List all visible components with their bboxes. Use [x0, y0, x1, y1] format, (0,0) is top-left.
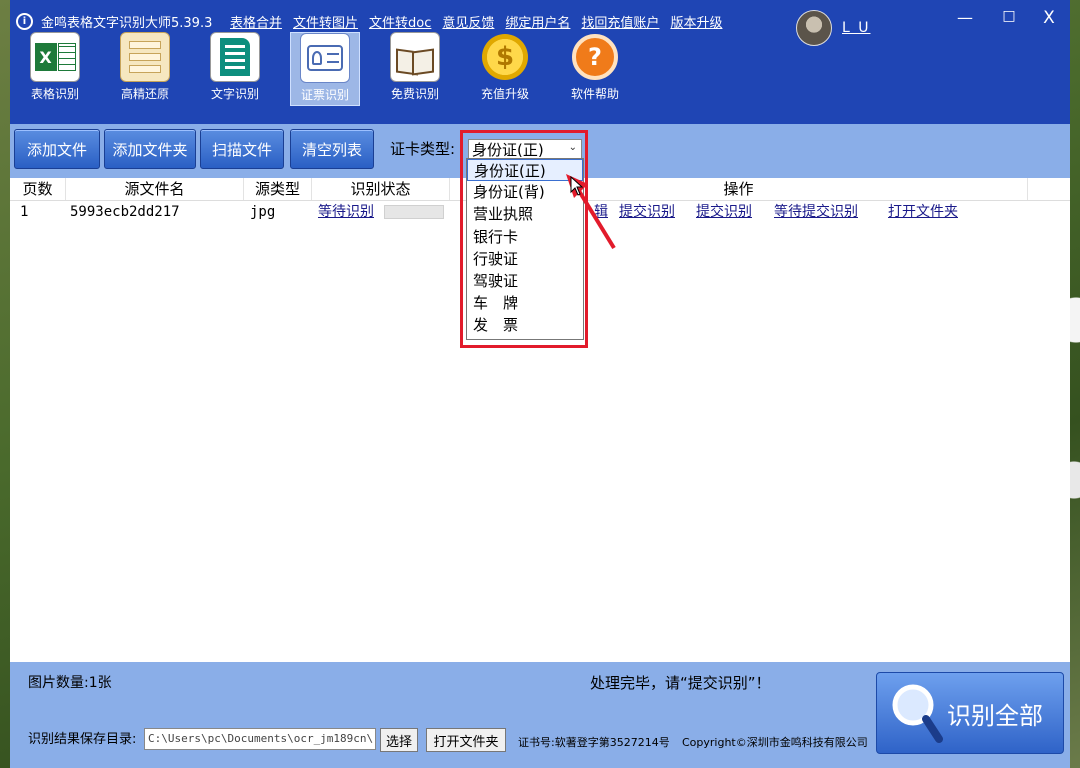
mouse-cursor-icon	[570, 176, 584, 196]
tool-text-recognition[interactable]: 文字识别	[190, 32, 280, 106]
action-open-folder[interactable]: 打开文件夹	[888, 201, 958, 223]
tool-label: 文字识别	[210, 87, 259, 101]
menu-link-file-to-doc[interactable]: 文件转doc	[369, 12, 431, 31]
tool-label: 软件帮助	[570, 87, 619, 101]
document-restore-icon	[120, 32, 170, 82]
copyright: Copyright©深圳市金鸣科技有限公司	[682, 736, 868, 749]
user-area: L U	[796, 10, 871, 46]
avatar[interactable]	[796, 10, 832, 46]
certificate-number: 证书号:软著登字第3527214号	[518, 736, 670, 749]
menu-links: 表格合并 文件转图片 文件转doc 意见反馈 绑定用户名 找回充值账户 版本升级	[230, 12, 722, 31]
image-count: 图片数量:1张	[28, 675, 112, 691]
card-type-label: 证卡类型:	[390, 140, 456, 158]
tool-free-recognition[interactable]: 免费识别	[370, 32, 460, 106]
tool-recharge-upgrade[interactable]: $ 充值升级	[460, 32, 550, 106]
title-bar: i 金鸣表格文字识别大师5.39.3 表格合并 文件转图片 文件转doc 意见反…	[10, 0, 1070, 124]
tool-card-recognition[interactable]: 证票识别	[290, 32, 360, 106]
excel-icon: X	[30, 32, 80, 82]
tool-label: 表格识别	[30, 87, 79, 101]
text-document-icon	[210, 32, 260, 82]
progress-bar	[384, 205, 444, 219]
add-folder-button[interactable]: 添加文件夹	[104, 129, 196, 169]
menu-link-feedback[interactable]: 意见反馈	[442, 12, 494, 31]
maximize-button[interactable]: □	[994, 8, 1024, 24]
magnifier-icon	[892, 684, 943, 743]
menu-link-file-to-image[interactable]: 文件转图片	[293, 12, 358, 31]
header-status: 识别状态	[312, 178, 450, 200]
choose-dir-button[interactable]: 选择	[380, 728, 418, 752]
tool-table-recognition[interactable]: X 表格识别	[10, 32, 100, 106]
header-type: 源类型	[244, 178, 312, 200]
menu-link-bind-username[interactable]: 绑定用户名	[505, 12, 570, 31]
minimize-button[interactable]: —	[950, 8, 980, 27]
row-status[interactable]: 等待识别	[318, 201, 374, 223]
tool-ribbon: X 表格识别 高精还原 文字识别 证票识别 免费识别 $ 充值升级 ? 软件帮助	[10, 32, 640, 106]
action-submit-recognition[interactable]: 提交识别	[619, 201, 675, 223]
tool-label: 免费识别	[390, 87, 439, 101]
scan-file-button[interactable]: 扫描文件	[200, 129, 284, 169]
status-message: 处理完毕，请“提交识别”！	[590, 674, 771, 692]
open-book-icon	[390, 32, 440, 82]
user-name[interactable]: L U	[842, 20, 871, 36]
row-page: 1	[20, 204, 29, 220]
action-submit-recognition-2[interactable]: 提交识别	[696, 201, 752, 223]
add-file-button[interactable]: 添加文件	[14, 129, 100, 169]
row-filename: 5993ecb2dd217	[70, 204, 180, 220]
tool-label: 证票识别	[300, 88, 349, 102]
tool-label: 充值升级	[480, 87, 529, 101]
app-logo-icon: i	[16, 12, 33, 30]
recognize-all-button[interactable]: 识别全部	[876, 672, 1064, 754]
close-button[interactable]: X	[1034, 8, 1064, 28]
header-filename: 源文件名	[66, 178, 244, 200]
id-card-icon	[300, 33, 350, 83]
save-dir-input[interactable]: C:\Users\pc\Documents\ocr_jm189cn\	[144, 728, 376, 750]
app-title-area: i 金鸣表格文字识别大师5.39.3	[16, 8, 212, 34]
tool-software-help[interactable]: ? 软件帮助	[550, 32, 640, 106]
menu-link-recover-account[interactable]: 找回充值账户	[581, 12, 659, 31]
status-footer: 图片数量:1张 处理完毕，请“提交识别”！ 识别结果保存目录: C:\Users…	[10, 662, 1070, 768]
tool-high-precision-restore[interactable]: 高精还原	[100, 32, 190, 106]
open-folder-button[interactable]: 打开文件夹	[426, 728, 506, 752]
recognize-all-label: 识别全部	[947, 701, 1043, 730]
menu-link-table-merge[interactable]: 表格合并	[230, 12, 282, 31]
save-dir-label: 识别结果保存目录:	[28, 732, 137, 747]
action-await-submit[interactable]: 等待提交识别	[774, 201, 858, 223]
app-title: 金鸣表格文字识别大师5.39.3	[41, 15, 213, 31]
clear-list-button[interactable]: 清空列表	[290, 129, 374, 169]
help-icon: ?	[570, 32, 620, 82]
tool-label: 高精还原	[120, 87, 169, 101]
row-type: jpg	[250, 204, 276, 220]
header-page: 页数	[10, 178, 66, 200]
menu-link-version-upgrade[interactable]: 版本升级	[670, 12, 722, 31]
coin-icon: $	[480, 32, 530, 82]
app-window: i 金鸣表格文字识别大师5.39.3 表格合并 文件转图片 文件转doc 意见反…	[10, 0, 1070, 768]
